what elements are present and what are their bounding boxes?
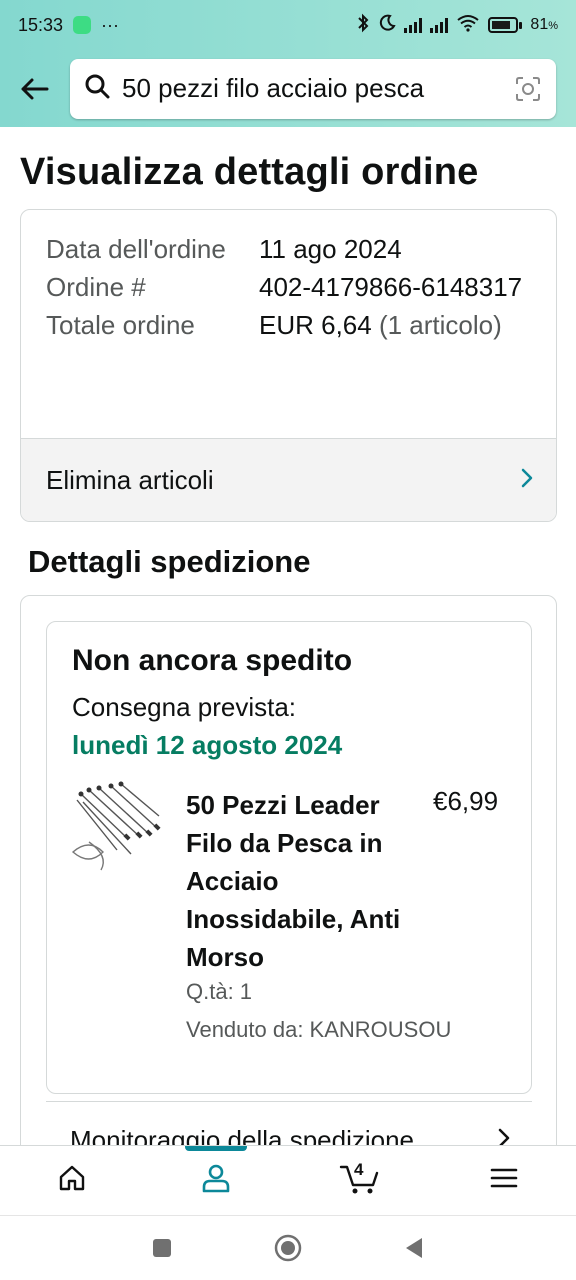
main-content[interactable]: Visualizza dettagli ordine Data dell'ord…	[0, 127, 576, 1145]
product-title-link[interactable]: 50 Pezzi Leader Filo da Pesca in Acciaio…	[186, 786, 416, 976]
bluetooth-icon	[356, 13, 370, 38]
back-arrow-icon[interactable]	[14, 69, 54, 109]
shipment-box: Non ancora spedito Consegna prevista: lu…	[46, 621, 532, 1094]
battery-icon	[488, 17, 523, 33]
nav-cart[interactable]: 4	[288, 1146, 432, 1216]
system-navigation-bar	[0, 1215, 576, 1280]
order-total-value: EUR 6,64 (1 articolo)	[259, 306, 546, 344]
order-total-row: Totale ordine EUR 6,64 (1 articolo)	[46, 306, 546, 344]
nav-account[interactable]	[144, 1145, 288, 1216]
order-number-row: Ordine # 402-4179866-6148317	[46, 268, 546, 306]
remove-items-label: Elimina articoli	[46, 465, 214, 495]
recent-apps-button[interactable]	[146, 1232, 178, 1264]
delivery-eta-label: Consegna prevista:	[72, 692, 297, 722]
order-number-value: 402-4179866-6148317	[259, 272, 523, 302]
do-not-disturb-icon	[378, 14, 397, 37]
shipping-section-title: Dettagli spedizione	[28, 544, 311, 579]
shipment-status: Non ancora spedito	[72, 644, 353, 677]
product-quantity: Q.tà: 1	[186, 979, 253, 1004]
cart-count-badge: 4	[354, 1159, 364, 1179]
order-total-amount: EUR 6,64	[259, 310, 372, 340]
order-item-count: (1 articolo)	[378, 310, 502, 340]
order-summary-card: Data dell'ordine 11 ago 2024 Ordine # 40…	[20, 209, 557, 522]
order-date-label: Data dell'ordine	[46, 234, 226, 264]
chevron-right-icon	[520, 465, 534, 496]
order-number-label: Ordine #	[46, 272, 146, 302]
nav-menu[interactable]	[432, 1146, 576, 1216]
more-notifications-icon: ···	[101, 14, 120, 35]
active-tab-indicator	[185, 1145, 247, 1151]
battery-percent: 81%	[530, 16, 558, 33]
page-title: Visualizza dettagli ordine	[20, 151, 479, 193]
account-icon	[200, 1162, 232, 1199]
product-seller: Venduto da: KANROUSOU	[186, 1017, 452, 1042]
shipping-card: Non ancora spedito Consegna prevista: lu…	[20, 595, 557, 1145]
order-total-label: Totale ordine	[46, 310, 195, 340]
signal-icon-1	[404, 17, 423, 33]
app-notification-icon	[73, 16, 92, 34]
hamburger-menu-icon	[489, 1166, 519, 1195]
camera-search-icon[interactable]	[514, 75, 542, 103]
status-time: 15:33	[18, 14, 64, 35]
order-info: Data dell'ordine 11 ago 2024 Ordine # 40…	[46, 230, 546, 344]
remove-items-button[interactable]: Elimina articoli	[21, 438, 556, 521]
search-icon	[84, 73, 110, 104]
divider	[46, 1101, 532, 1102]
signal-icon-2	[430, 17, 449, 33]
search-query-text: 50 pezzi filo acciaio pesca	[122, 73, 425, 103]
product-image[interactable]	[69, 780, 165, 876]
track-shipment-label: Monitoraggio della spedizione	[70, 1124, 415, 1146]
product-price: €6,99	[433, 786, 499, 816]
nav-home[interactable]	[0, 1146, 144, 1216]
wifi-icon	[456, 14, 480, 37]
home-icon	[57, 1163, 87, 1198]
search-input[interactable]: 50 pezzi filo acciaio pesca	[70, 58, 556, 119]
bottom-navigation: 4	[0, 1145, 576, 1215]
delivery-eta-date: lunedì 12 agosto 2024	[72, 730, 343, 760]
chevron-right-icon	[497, 1125, 511, 1145]
search-header: 50 pezzi filo acciaio pesca	[0, 50, 576, 127]
back-button[interactable]	[398, 1232, 430, 1264]
order-date-row: Data dell'ordine 11 ago 2024	[46, 230, 546, 268]
track-shipment-button[interactable]: Monitoraggio della spedizione	[46, 1118, 511, 1145]
order-date-value: 11 ago 2024	[259, 234, 402, 264]
home-button[interactable]	[272, 1232, 304, 1264]
status-bar: 15:33 ··· 81%	[0, 0, 576, 50]
